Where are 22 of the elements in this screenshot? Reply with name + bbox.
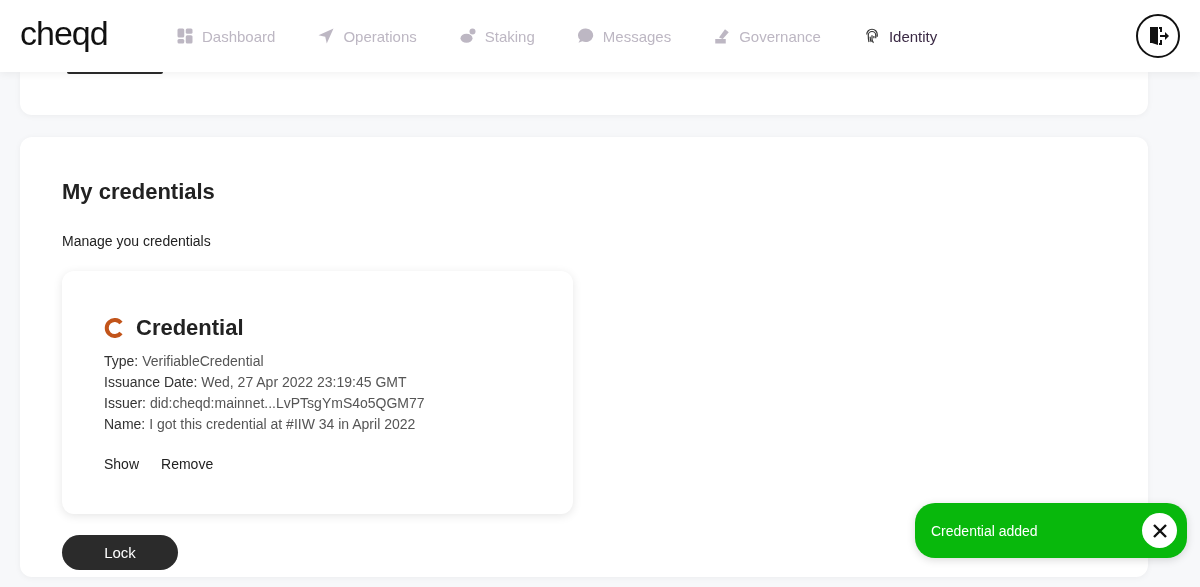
chat-icon xyxy=(576,27,595,45)
section-title: My credentials xyxy=(62,179,216,205)
lock-button[interactable]: Lock xyxy=(62,535,178,570)
credential-field: Name: I got this credential at #IIW 34 in April 2022 xyxy=(104,414,531,435)
credential-field: Issuance Date: Wed, 27 Apr 2022 23:19:45 GMT xyxy=(104,372,531,393)
grid-icon xyxy=(176,27,194,45)
credential-field: Issuer: did:cheqd:mainnet...LvPTsgYmS4o5QGM77 xyxy=(104,393,531,414)
piggy-bank-icon xyxy=(458,27,477,45)
ballot-icon xyxy=(713,27,732,45)
paper-plane-icon xyxy=(317,27,336,45)
nav-tab[interactable]: Identity xyxy=(862,27,938,45)
logo[interactable]: cheqd xyxy=(20,13,176,53)
section-subtitle: Manage you credentials xyxy=(62,233,212,249)
logout-button[interactable] xyxy=(1136,14,1180,58)
toast-message: Credential added xyxy=(931,522,1038,539)
credential-field: Type: VerifiableCredential xyxy=(104,351,531,372)
action-link[interactable]: Show xyxy=(104,456,140,472)
close-button[interactable] xyxy=(1142,513,1177,548)
credential-title: Credential xyxy=(136,315,244,341)
action-link[interactable]: Remove xyxy=(161,456,214,472)
c-logo-icon xyxy=(104,318,124,338)
close-icon xyxy=(1152,523,1167,538)
